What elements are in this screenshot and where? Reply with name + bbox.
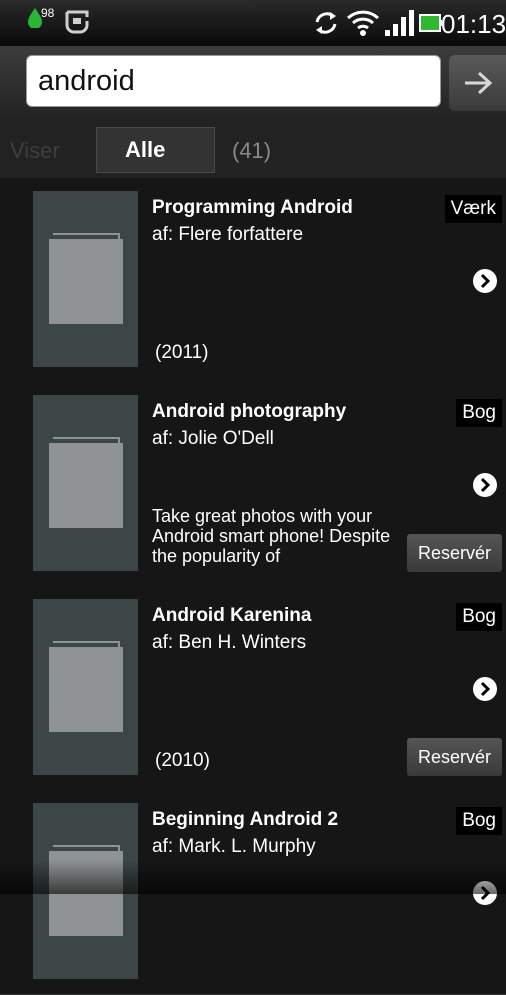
result-title: Beginning Android 2 [152, 809, 339, 830]
type-badge: Bog [456, 807, 502, 835]
type-badge: Bog [456, 603, 502, 631]
type-badge: Bog [456, 399, 502, 427]
drop-notification-icon [28, 8, 42, 33]
notification-count: 98 [41, 6, 55, 20]
battery-icon [418, 13, 442, 38]
result-year: (2010) [155, 750, 210, 771]
search-go-button[interactable] [449, 55, 506, 111]
search-input[interactable] [26, 55, 441, 107]
reserve-button[interactable]: Reservér [407, 738, 502, 776]
result-title: Android photography [152, 401, 347, 422]
search-bar [0, 46, 506, 122]
clock: 01:13 [441, 9, 506, 39]
book-placeholder-icon [49, 641, 123, 732]
filter-bar: Viser Alle (41) [0, 122, 506, 179]
book-thumbnail [33, 599, 138, 775]
book-placeholder-icon [49, 233, 123, 324]
filter-label: Viser [10, 138, 60, 163]
status-bar: 98 01:13 [0, 0, 506, 46]
filter-tab-all[interactable]: Alle [96, 127, 215, 173]
result-description: Take great photos with your Android smar… [152, 506, 391, 566]
usb-icon [64, 9, 90, 40]
list-fade [0, 860, 506, 894]
book-thumbnail [33, 395, 138, 571]
result-author: af: Ben H. Winters [152, 632, 307, 653]
wifi-icon [346, 8, 380, 43]
list-item[interactable]: Android Karenina af: Ben H. Winters Bog … [0, 586, 506, 791]
reserve-button[interactable]: Reservér [407, 534, 502, 572]
chevron-right-icon[interactable] [472, 268, 498, 299]
result-year: (2011) [155, 342, 209, 363]
result-author: af: Mark. L. Murphy [152, 836, 316, 857]
result-title: Android Karenina [152, 605, 312, 626]
chevron-right-icon[interactable] [472, 676, 498, 707]
result-author: af: Jolie O'Dell [152, 428, 274, 449]
chevron-right-icon[interactable] [472, 472, 498, 503]
list-item[interactable]: Programming Android af: Flere forfattere… [0, 178, 506, 383]
result-count: (41) [232, 138, 272, 163]
sync-icon [313, 10, 339, 41]
book-thumbnail [33, 191, 138, 367]
result-author: af: Flere forfattere [152, 224, 304, 245]
arrow-right-icon [463, 71, 493, 100]
signal-icon [385, 10, 417, 41]
type-badge: Værk [444, 195, 502, 223]
list-item[interactable]: Android photography af: Jolie O'Dell Bog… [0, 382, 506, 587]
book-placeholder-icon [49, 437, 123, 528]
result-title: Programming Android [152, 197, 353, 218]
